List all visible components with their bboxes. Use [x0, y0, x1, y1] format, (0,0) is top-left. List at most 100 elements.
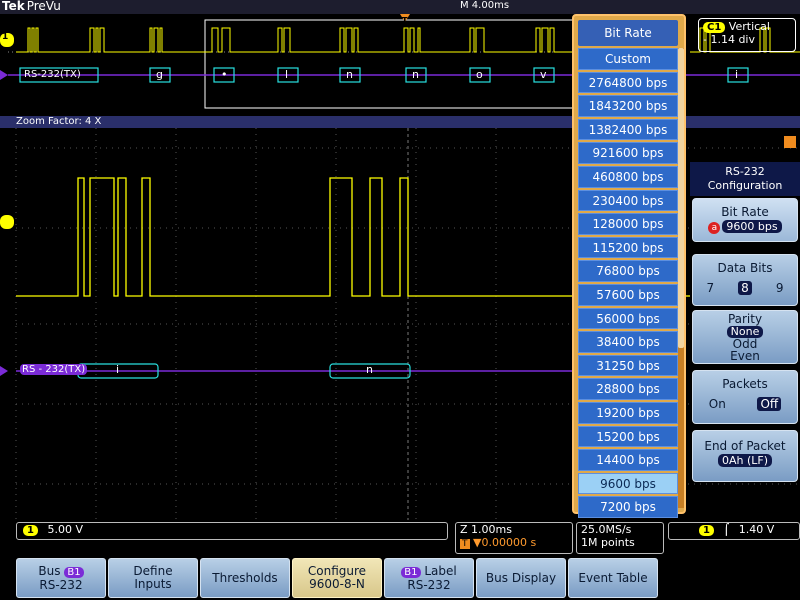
zoomed-decode-1: n: [366, 363, 373, 376]
trigger-marker-icon: T: [402, 16, 408, 25]
overview-bus-label: RS-232(TX): [24, 69, 81, 80]
config-menu-title: RS-232 Configuration: [690, 162, 800, 196]
label-line2: RS-232: [407, 577, 451, 592]
overview-decode-7: i: [735, 68, 739, 81]
end-of-packet-label: End of Packet: [704, 439, 786, 453]
bit-rate-value: 9600 bps: [722, 220, 782, 233]
ch1-scale-box[interactable]: 1 5.00 V: [16, 522, 448, 540]
overview-decode-0: g: [156, 68, 163, 81]
end-of-packet-button[interactable]: End of Packet 0Ah (LF): [692, 430, 798, 482]
zoomed-decode-0: i: [116, 363, 120, 376]
trigger-position: ▼0.00000 s: [473, 536, 537, 549]
packets-off[interactable]: Off: [757, 397, 782, 411]
bit-rate-option[interactable]: 19200 bps: [578, 401, 678, 424]
zoom-timescale: Z 1.00ms: [460, 523, 512, 536]
trigger-level-box[interactable]: 1 ⌠ 1.40 V: [668, 522, 800, 540]
bit-rate-option[interactable]: 128000 bps: [578, 213, 678, 235]
define-inputs-button[interactable]: Define Inputs: [108, 558, 198, 598]
parity-even[interactable]: Even: [693, 350, 797, 362]
bus-b1-badge: B1: [64, 566, 84, 578]
bit-rate-option[interactable]: 2764800 bps: [578, 71, 678, 94]
bus-display-label: Bus Display: [485, 570, 557, 585]
configure-line2: 9600-8-N: [309, 577, 365, 591]
overview-decode-5: o: [476, 68, 483, 81]
bit-rate-option[interactable]: 57600 bps: [578, 283, 678, 306]
bus-button[interactable]: Bus B1 RS-232: [16, 558, 106, 598]
bit-rate-option[interactable]: 15200 bps: [578, 425, 678, 448]
bit-rate-scroll-thumb[interactable]: [678, 48, 684, 348]
acquisition-mode: PreVu: [26, 0, 61, 13]
bus-display-button[interactable]: Bus Display: [476, 558, 566, 598]
horizontal-scale-box[interactable]: Z 1.00ms T ▼0.00000 s: [455, 522, 573, 554]
overview-decode-6: v: [540, 68, 547, 81]
ch1-marker: 1: [2, 32, 9, 42]
bit-rate-option[interactable]: 76800 bps: [578, 260, 678, 282]
config-title-line1: RS-232: [725, 165, 765, 178]
ch1-badge: 1: [23, 525, 38, 536]
brand-label: Tek PreVu: [2, 0, 61, 13]
vertical-value: - 1.14 div: [703, 33, 756, 46]
zoomed-bus-label: RS - 232(TX): [20, 364, 88, 375]
parity-label: Parity: [727, 312, 763, 326]
bus-button-label: Bus: [38, 563, 61, 578]
bit-rate-option[interactable]: 56000 bps: [578, 307, 678, 330]
configure-button[interactable]: Configure 9600-8-N: [292, 558, 382, 598]
bit-rate-option[interactable]: 921600 bps: [578, 142, 678, 164]
overview-decode-1: •: [221, 68, 228, 81]
ch1-scale: 5.00 V: [47, 523, 83, 536]
top-status-bar: Tek PreVu M 4.00ms: [0, 0, 800, 14]
data-bits-9[interactable]: 9: [773, 281, 787, 295]
bit-rate-option[interactable]: 38400 bps: [578, 331, 678, 353]
packets-on[interactable]: On: [709, 397, 726, 411]
vertical-title: Vertical: [728, 20, 770, 33]
zoom-factor: Zoom Factor: 4 X: [16, 116, 102, 127]
bit-rate-option[interactable]: 31250 bps: [578, 354, 678, 377]
horizontal-position: M 4.00ms: [460, 0, 510, 11]
vertical-ch-badge: C1: [703, 22, 726, 33]
bit-rate-option-selected[interactable]: 9600 bps: [578, 472, 678, 495]
label-b1-badge: B1: [401, 566, 421, 578]
config-title-line2: Configuration: [707, 179, 783, 192]
define-inputs-line2: Inputs: [134, 577, 172, 591]
rising-edge-icon: ⌠: [723, 523, 730, 536]
bit-rate-dropdown[interactable]: Bit Rate Custom 2764800 bps 1843200 bps …: [572, 14, 686, 518]
parity-button[interactable]: Parity None Odd Even: [692, 310, 798, 364]
data-bits-label: Data Bits: [717, 261, 773, 275]
overview-decode-3: n: [346, 68, 353, 81]
trigger-level: 1.40 V: [738, 523, 775, 536]
bit-rate-option[interactable]: 1843200 bps: [578, 95, 678, 117]
bit-rate-option[interactable]: 7200 bps: [578, 496, 678, 518]
event-table-button[interactable]: Event Table: [568, 558, 658, 598]
thresholds-label: Thresholds: [212, 570, 278, 585]
bit-rate-option[interactable]: 1382400 bps: [578, 118, 678, 141]
bit-rate-option[interactable]: 460800 bps: [578, 165, 678, 188]
packets-button[interactable]: Packets On Off: [692, 370, 798, 424]
acquisition-box[interactable]: 25.0MS/s 1M points: [576, 522, 664, 554]
overview-decode-2: l: [285, 68, 289, 81]
data-bits-button[interactable]: Data Bits 7 8 9: [692, 254, 798, 306]
bit-rate-label: Bit Rate: [721, 205, 769, 219]
trigger-source-badge: 1: [699, 525, 714, 536]
bit-rate-title: Bit Rate: [578, 20, 678, 46]
bit-rate-button[interactable]: Bit Rate a 9600 bps: [692, 198, 798, 242]
bus-label-button[interactable]: B1 Label RS-232: [384, 558, 474, 598]
bit-rate-options: Custom 2764800 bps 1843200 bps 1382400 b…: [578, 48, 678, 520]
vertical-readout-box: C1 Vertical - 1.14 div: [698, 18, 796, 52]
bit-rate-option[interactable]: 115200 bps: [578, 236, 678, 259]
readout-bar: 1 5.00 V Z 1.00ms T ▼0.00000 s 25.0MS/s …: [0, 520, 800, 556]
bit-rate-option[interactable]: 14400 bps: [578, 449, 678, 471]
zoomed-ch1-trace: [16, 177, 572, 297]
data-bits-8[interactable]: 8: [737, 281, 752, 295]
overview-decode-4: n: [412, 68, 419, 81]
end-of-packet-value: 0Ah (LF): [717, 454, 773, 467]
sample-rate: 25.0MS/s: [581, 523, 632, 536]
trigger-t-icon: T: [460, 539, 470, 549]
bit-rate-option[interactable]: Custom: [578, 48, 678, 70]
data-bits-7[interactable]: 7: [703, 281, 717, 295]
bus-type: RS-232: [39, 577, 83, 592]
thresholds-button[interactable]: Thresholds: [200, 558, 290, 598]
bit-rate-option[interactable]: 230400 bps: [578, 189, 678, 212]
zoom-window-bracket: [204, 19, 574, 109]
event-table-label: Event Table: [578, 570, 648, 585]
bit-rate-option[interactable]: 28800 bps: [578, 378, 678, 400]
